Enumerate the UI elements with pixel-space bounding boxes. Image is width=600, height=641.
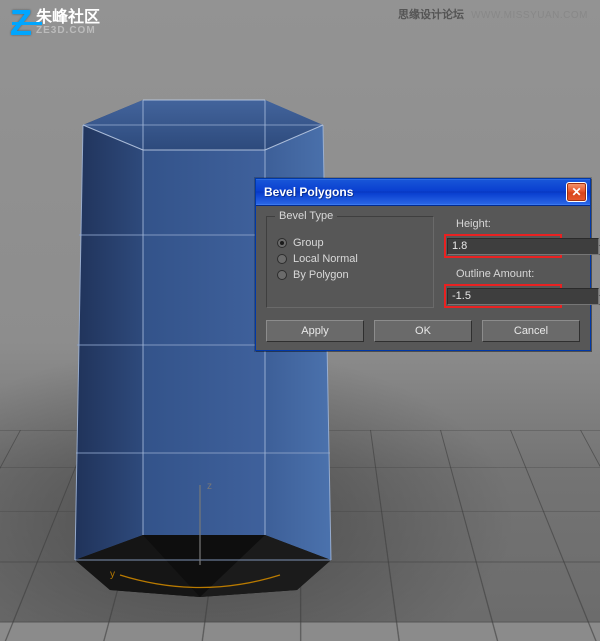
viewport-3d[interactable]: z y Z 朱峰社区 ZE3D.COM 思缘设计论坛 WWW.MISSYUAN.…	[0, 0, 600, 622]
radio-local-normal-option[interactable]: Local Normal	[277, 253, 423, 265]
radio-icon	[277, 254, 287, 264]
outline-input[interactable]	[447, 288, 599, 305]
radio-label: Local Normal	[293, 253, 358, 265]
height-label: Height:	[456, 218, 580, 230]
dialog-titlebar[interactable]: Bevel Polygons ✕	[256, 179, 590, 206]
apply-button[interactable]: Apply	[266, 320, 364, 342]
logo-en-text: ZE3D.COM	[36, 26, 100, 36]
svg-text:z: z	[207, 481, 212, 492]
outline-label: Outline Amount:	[456, 268, 580, 280]
height-input[interactable]	[447, 238, 599, 255]
bevel-type-group: Bevel Type Group Local Normal By Polygon	[266, 216, 434, 308]
radio-icon	[277, 238, 287, 248]
outline-spinner-highlight	[444, 284, 562, 308]
close-button[interactable]: ✕	[566, 182, 587, 202]
watermark-url: WWW.MISSYUAN.COM	[471, 10, 588, 21]
dialog-title: Bevel Polygons	[264, 185, 566, 199]
radio-icon	[277, 270, 287, 280]
radio-by-polygon-option[interactable]: By Polygon	[277, 269, 423, 281]
radio-label: Group	[293, 237, 324, 249]
logo-z-icon: Z	[10, 8, 32, 38]
close-icon: ✕	[571, 185, 581, 199]
radio-group-option[interactable]: Group	[277, 237, 423, 249]
cancel-button[interactable]: Cancel	[482, 320, 580, 342]
logo-watermark: Z 朱峰社区 ZE3D.COM	[10, 8, 100, 38]
logo-cn-text: 朱峰社区	[36, 10, 100, 26]
svg-text:y: y	[110, 569, 115, 580]
group-label: Bevel Type	[275, 210, 337, 222]
ok-button[interactable]: OK	[374, 320, 472, 342]
radio-label: By Polygon	[293, 269, 349, 281]
height-spinner-highlight	[444, 234, 562, 258]
watermark-forum: 思缘设计论坛	[398, 9, 464, 21]
watermark-right: 思缘设计论坛 WWW.MISSYUAN.COM	[398, 6, 588, 22]
bevel-polygons-dialog: Bevel Polygons ✕ Bevel Type Group Local …	[255, 178, 591, 351]
